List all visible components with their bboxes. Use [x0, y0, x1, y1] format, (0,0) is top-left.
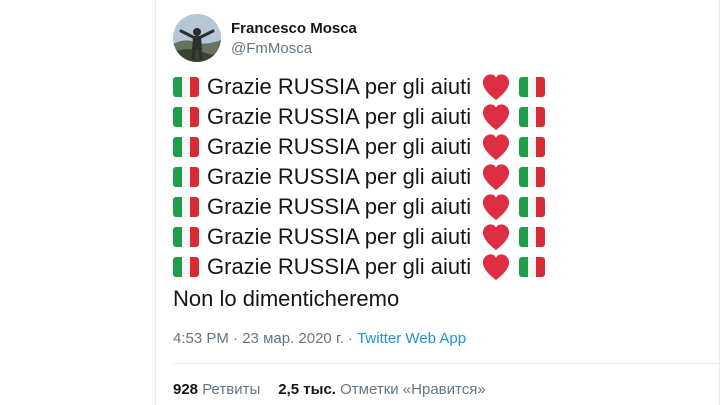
italy-flag-icon	[173, 107, 199, 127]
tweet-card: Francesco Mosca @FmMosca Grazie RUSSIA p…	[155, 0, 720, 405]
italy-flag-icon	[519, 257, 546, 277]
author-names: Francesco Mosca @FmMosca	[231, 19, 357, 58]
retweets-count: 928	[173, 381, 199, 398]
italy-flag-icon	[519, 167, 546, 187]
tweet-line-text: Grazie RUSSIA per gli aiuti	[207, 224, 472, 249]
red-heart-icon	[483, 74, 510, 101]
tweet-line-text: Grazie RUSSIA per gli aiuti	[207, 164, 472, 189]
likes-count: 2,5 тыс.	[278, 381, 336, 398]
italy-flag-icon	[173, 167, 199, 187]
italy-flag-icon	[519, 77, 546, 97]
tweet-line: Grazie RUSSIA per gli aiuti	[173, 102, 546, 132]
tweet-text: Grazie RUSSIA per gli aiuti Grazie RUSSIA…	[173, 72, 546, 314]
italy-flag-icon	[173, 257, 199, 277]
italy-flag-icon	[173, 77, 199, 97]
retweets-stat[interactable]: 928 Ретвиты	[173, 381, 260, 398]
italy-flag-icon	[519, 227, 546, 247]
red-heart-icon	[483, 194, 510, 221]
italy-flag-icon	[519, 197, 546, 217]
tweet-line: Grazie RUSSIA per gli aiuti	[173, 72, 546, 102]
tweet-line-text: Grazie RUSSIA per gli aiuti	[207, 74, 472, 99]
tweet-line: Grazie RUSSIA per gli aiuti	[173, 162, 546, 192]
tweet-line-text: Grazie RUSSIA per gli aiuti	[207, 134, 472, 159]
tweet-line: Grazie RUSSIA per gli aiuti	[173, 192, 546, 222]
red-heart-icon	[483, 134, 510, 161]
italy-flag-icon	[173, 137, 199, 157]
tweet-time[interactable]: 4:53 PM	[173, 330, 229, 347]
tweet-date[interactable]: 23 мар. 2020 г.	[242, 330, 344, 347]
tweet-line: Grazie RUSSIA per gli aiuti	[173, 252, 546, 282]
tweet-line: Grazie RUSSIA per gli aiuti	[173, 132, 546, 162]
red-heart-icon	[483, 104, 510, 131]
tweet-line: Grazie RUSSIA per gli aiuti	[173, 222, 546, 252]
italy-flag-icon	[519, 137, 546, 157]
likes-stat[interactable]: 2,5 тыс. Отметки «Нравится»	[278, 381, 485, 398]
tweet-line-text: Grazie RUSSIA per gli aiuti	[207, 104, 472, 129]
tweet-meta: 4:53 PM · 23 мар. 2020 г. · Twitter Web …	[173, 330, 466, 347]
author-handle[interactable]: @FmMosca	[231, 39, 357, 58]
red-heart-icon	[483, 224, 510, 251]
red-heart-icon	[483, 254, 510, 281]
avatar-photo-icon	[173, 14, 221, 62]
italy-flag-icon	[173, 227, 199, 247]
meta-separator: ·	[233, 330, 239, 347]
tweet-stats: 928 Ретвиты 2,5 тыс. Отметки «Нравится»	[173, 381, 486, 398]
tweet-closing-line: Non lo dimenticheremo	[173, 286, 400, 311]
tweet-line-text: Grazie RUSSIA per gli aiuti	[207, 254, 472, 279]
retweets-label: Ретвиты	[202, 381, 261, 398]
italy-flag-icon	[519, 107, 546, 127]
meta-separator: ·	[347, 330, 353, 347]
avatar[interactable]	[173, 14, 221, 62]
tweet-line-text: Grazie RUSSIA per gli aiuti	[207, 194, 472, 219]
tweet-header: Francesco Mosca @FmMosca	[173, 13, 357, 63]
red-heart-icon	[483, 164, 510, 191]
divider	[173, 363, 719, 364]
tweet-source-app[interactable]: Twitter Web App	[357, 330, 466, 347]
italy-flag-icon	[173, 197, 199, 217]
author-display-name[interactable]: Francesco Mosca	[231, 19, 357, 38]
likes-label: Отметки «Нравится»	[340, 381, 486, 398]
